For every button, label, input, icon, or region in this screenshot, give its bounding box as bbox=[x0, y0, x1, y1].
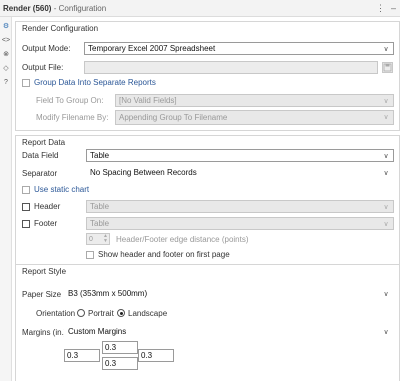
side-rail: ⚙ <> ⊗ ◇ ? bbox=[0, 17, 12, 381]
static-chart-label: Use static chart bbox=[34, 185, 90, 194]
data-field-label: Data Field bbox=[22, 151, 59, 160]
header-select[interactable]: Table ∨ bbox=[86, 200, 394, 213]
gear-icon[interactable]: ⚙ bbox=[1, 21, 11, 31]
section-title: Report Style bbox=[22, 267, 67, 276]
output-mode-label: Output Mode: bbox=[22, 44, 71, 53]
show-first-page-checkbox[interactable] bbox=[86, 251, 94, 259]
chevron-down-icon: ∨ bbox=[383, 204, 389, 211]
code-icon[interactable]: <> bbox=[1, 35, 11, 45]
margin-bottom-input[interactable]: 0.3 bbox=[102, 357, 138, 370]
output-file-input[interactable] bbox=[84, 61, 378, 74]
footer-select[interactable]: Table ∨ bbox=[86, 217, 394, 230]
output-mode-select[interactable]: Temporary Excel 2007 Spreadsheet ∨ bbox=[84, 42, 394, 55]
edge-distance-label: Header/Footer edge distance (points) bbox=[116, 235, 249, 244]
landscape-radio[interactable] bbox=[117, 309, 125, 317]
report-style-panel: Report Style Paper Size B3 (353mm x 500m… bbox=[15, 264, 400, 381]
footer-label: Footer bbox=[34, 219, 58, 228]
chevron-down-icon: ∨ bbox=[383, 114, 389, 121]
modify-filename-select[interactable]: Appending Group To Filename ∨ bbox=[115, 110, 394, 125]
field-to-group-select[interactable]: [No Valid Fields] ∨ bbox=[115, 94, 394, 107]
margins-select[interactable]: Custom Margins ∨ bbox=[64, 325, 394, 338]
separator-select[interactable]: No Spacing Between Records ∨ bbox=[86, 166, 394, 179]
chevron-down-icon: ∨ bbox=[383, 98, 389, 105]
field-to-group-label: Field To Group On: bbox=[36, 96, 104, 105]
tag-icon[interactable]: ◇ bbox=[1, 63, 11, 73]
portrait-label: Portrait bbox=[88, 309, 114, 318]
paper-size-select[interactable]: B3 (353mm x 500mm) ∨ bbox=[64, 287, 394, 300]
margin-left-input[interactable]: 0.3 bbox=[64, 349, 100, 362]
configuration-content: Render Configuration Output Mode: Tempor… bbox=[13, 17, 400, 381]
paper-size-label: Paper Size bbox=[22, 290, 62, 299]
margins-label: Margins (in.) bbox=[22, 328, 67, 337]
modify-filename-label: Modify Filename By: bbox=[36, 113, 109, 122]
error-icon[interactable]: ⊗ bbox=[1, 49, 11, 59]
chevron-down-icon: ∨ bbox=[383, 329, 389, 336]
chevron-down-icon: ∨ bbox=[383, 221, 389, 228]
landscape-label: Landscape bbox=[128, 309, 168, 318]
margin-top-input[interactable]: 0.3 bbox=[102, 341, 138, 354]
output-file-label: Output File: bbox=[22, 63, 64, 72]
edge-distance-stepper[interactable]: 0 ▲ ▼ bbox=[86, 233, 110, 245]
render-configuration-panel: Render Configuration Output Mode: Tempor… bbox=[15, 21, 400, 131]
window-title: Render (560) bbox=[3, 3, 52, 13]
static-chart-checkbox[interactable] bbox=[22, 186, 30, 194]
window-subtitle: - Configuration bbox=[53, 3, 107, 13]
help-icon[interactable]: ? bbox=[1, 77, 11, 87]
group-data-label: Group Data Into Separate Reports bbox=[34, 78, 156, 87]
section-title: Report Data bbox=[22, 138, 66, 147]
show-first-page-label: Show header and footer on first page bbox=[98, 250, 230, 259]
chevron-down-icon: ∨ bbox=[383, 46, 389, 53]
margin-right-input[interactable]: 0.3 bbox=[138, 349, 174, 362]
floppy-disk-icon bbox=[383, 63, 392, 72]
chevron-down-icon: ∨ bbox=[383, 170, 389, 177]
report-data-panel: Report Data Data Field Table ∨ Separator… bbox=[15, 135, 400, 277]
header-checkbox[interactable] bbox=[22, 203, 30, 211]
data-field-select[interactable]: Table ∨ bbox=[86, 149, 394, 162]
group-data-checkbox[interactable] bbox=[22, 79, 30, 87]
portrait-radio[interactable] bbox=[77, 309, 85, 317]
orientation-label: Orientation bbox=[36, 309, 76, 318]
title-bar: Render (560) - Configuration ⋮ – bbox=[0, 0, 400, 17]
header-label: Header bbox=[34, 202, 61, 211]
chevron-down-icon: ∨ bbox=[383, 291, 389, 298]
chevron-down-icon: ∨ bbox=[383, 153, 389, 160]
save-file-button[interactable] bbox=[382, 62, 393, 73]
section-title: Render Configuration bbox=[22, 24, 99, 33]
footer-checkbox[interactable] bbox=[22, 220, 30, 228]
stepper-arrows-icon[interactable]: ▲ ▼ bbox=[103, 234, 108, 244]
minimize-panel-icon[interactable]: – bbox=[391, 3, 396, 14]
more-options-icon[interactable]: ⋮ bbox=[376, 3, 385, 14]
separator-label: Separator bbox=[22, 169, 58, 178]
